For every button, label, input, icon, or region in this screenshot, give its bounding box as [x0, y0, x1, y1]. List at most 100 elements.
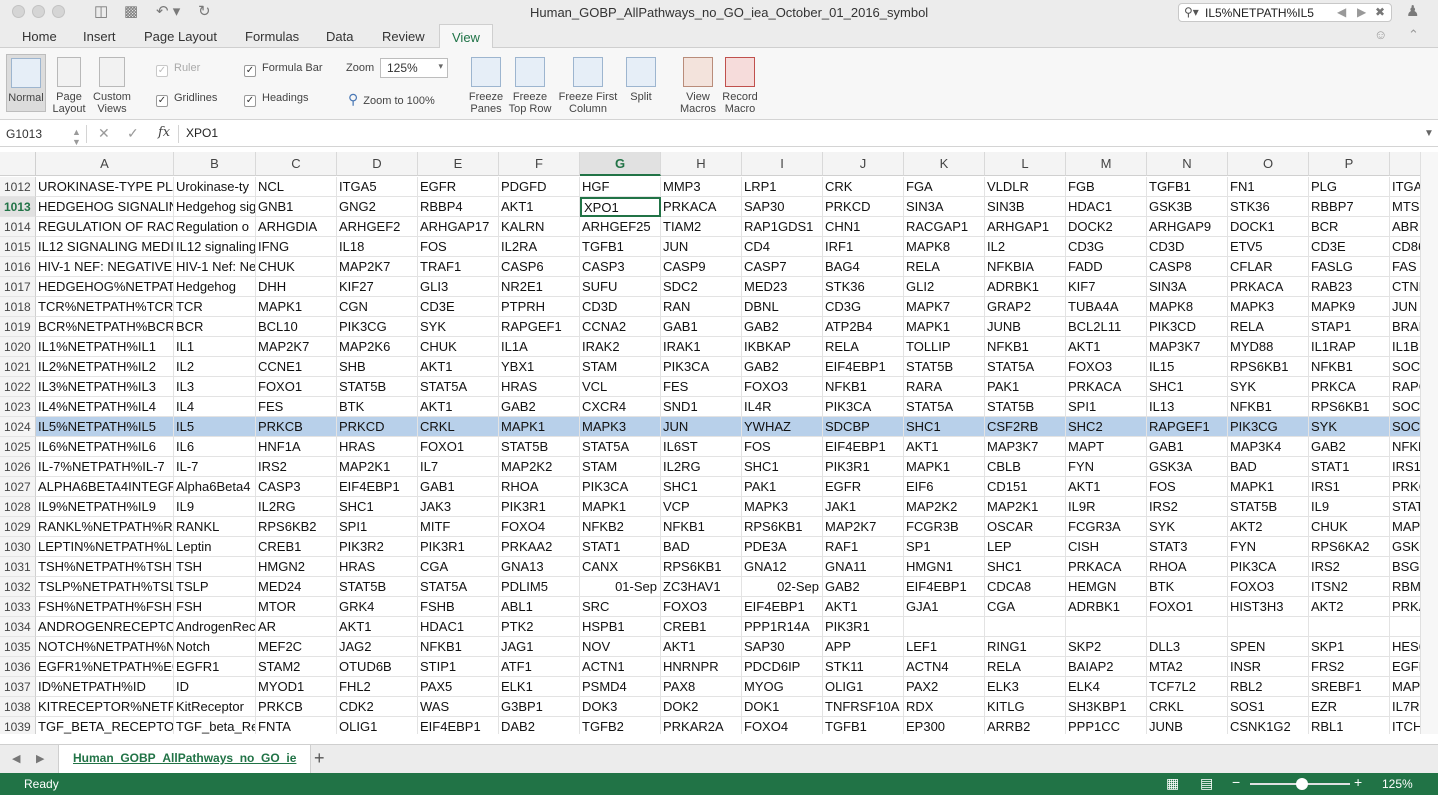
sheet-tab[interactable]: Human_GOBP_AllPathways_no_GO_ie	[58, 745, 312, 773]
page-layout-status-icon[interactable]: ▤	[1200, 775, 1213, 792]
cell[interactable]: JAG2	[337, 637, 418, 657]
cell[interactable]: PIK3CG	[337, 317, 418, 337]
cell[interactable]: IRAK1	[661, 337, 742, 357]
cell[interactable]: Hedgehog	[174, 277, 256, 297]
cell[interactable]: TIAM2	[661, 217, 742, 237]
cell[interactable]: AKT1	[499, 197, 580, 217]
cell[interactable]: AKT1	[418, 397, 499, 417]
cell[interactable]: MAPK1	[499, 417, 580, 437]
cell[interactable]: CD3E	[1309, 237, 1390, 257]
cell[interactable]: CD4	[742, 237, 823, 257]
cell[interactable]: EGFR1	[174, 657, 256, 677]
cell[interactable]: IKBKAP	[742, 337, 823, 357]
cell[interactable]: TOLLIP	[904, 337, 985, 357]
tab-home[interactable]: Home	[22, 29, 57, 44]
cell[interactable]: PIK3R1	[418, 537, 499, 557]
cell[interactable]: Hedgehog sig	[174, 197, 256, 217]
row-header[interactable]: 1035	[0, 637, 36, 657]
cell[interactable]: PDCD6IP	[742, 657, 823, 677]
cell[interactable]: DOK1	[742, 697, 823, 717]
cell[interactable]: STAT5B	[499, 437, 580, 457]
cell[interactable]: STAT5A	[418, 377, 499, 397]
cell[interactable]: GSK3A	[1147, 457, 1228, 477]
cell[interactable]: KIF27	[337, 277, 418, 297]
cell[interactable]: HNF1A	[256, 437, 337, 457]
cell[interactable]: PRKACA	[661, 197, 742, 217]
cell[interactable]: IL2RA	[499, 237, 580, 257]
cell[interactable]: SPI1	[337, 517, 418, 537]
cell[interactable]: PIK3CA	[1228, 557, 1309, 577]
cell[interactable]: MAPK9	[1309, 297, 1390, 317]
cell[interactable]: EIF4EBP1	[337, 477, 418, 497]
cell[interactable]: HDAC1	[1066, 197, 1147, 217]
row-header[interactable]: 1034	[0, 617, 36, 637]
row-header[interactable]: 1028	[0, 497, 36, 517]
cell[interactable]: CCNE1	[256, 357, 337, 377]
cell[interactable]: CREB1	[256, 537, 337, 557]
select-all-corner[interactable]	[0, 152, 36, 176]
cell[interactable]: RANKL%NETPATH%RA	[36, 517, 174, 537]
cell[interactable]: FOXO4	[742, 717, 823, 734]
cell[interactable]: PRKACA	[1066, 377, 1147, 397]
cell[interactable]: TSH%NETPATH%TSH	[36, 557, 174, 577]
cell[interactable]: RING1	[985, 637, 1066, 657]
cell[interactable]: FYN	[1228, 537, 1309, 557]
cell[interactable]: CXCR4	[580, 397, 661, 417]
cell[interactable]: HRAS	[337, 557, 418, 577]
cell[interactable]: CASP9	[661, 257, 742, 277]
cell[interactable]: MED24	[256, 577, 337, 597]
cell[interactable]: IL5%NETPATH%IL5	[36, 417, 174, 437]
cell[interactable]: HEDGEHOG%NETPATH	[36, 277, 174, 297]
cell[interactable]: SUFU	[580, 277, 661, 297]
cell[interactable]: ARHGDIA	[256, 217, 337, 237]
cell[interactable]: CD86	[1390, 237, 1420, 257]
cell[interactable]: MAPK8	[904, 237, 985, 257]
cell[interactable]: AKT2	[1309, 597, 1390, 617]
cell[interactable]: ANDROGENRECEPTOR	[36, 617, 174, 637]
cell[interactable]	[1309, 617, 1390, 637]
cell[interactable]: HSPB1	[580, 617, 661, 637]
cell[interactable]: SRC	[580, 597, 661, 617]
cell[interactable]: GRAP2	[985, 297, 1066, 317]
cell[interactable]: MAPK3	[742, 497, 823, 517]
cell[interactable]: IL9	[174, 497, 256, 517]
cell[interactable]: SHC1	[742, 457, 823, 477]
cell[interactable]: MTA2	[1147, 657, 1228, 677]
cell[interactable]: JUN	[1390, 297, 1420, 317]
view-macros-button[interactable]: View Macros	[678, 57, 718, 115]
zoom-select[interactable]: 125% ▾	[380, 58, 448, 78]
cell[interactable]: EP300	[904, 717, 985, 734]
cell[interactable]	[985, 617, 1066, 637]
cell[interactable]: BAIAP2	[1066, 657, 1147, 677]
cell[interactable]: KITRECEPTOR%NETPAT	[36, 697, 174, 717]
cell[interactable]: BCR	[174, 317, 256, 337]
tab-view[interactable]: View	[439, 24, 493, 49]
cell[interactable]: FSH	[174, 597, 256, 617]
cell[interactable]: IL12 SIGNALING MEDIA	[36, 237, 174, 257]
cell[interactable]: GAB2	[742, 357, 823, 377]
column-header[interactable]: D	[337, 152, 418, 176]
cell[interactable]: TCF7L2	[1147, 677, 1228, 697]
cell[interactable]: FOXO3	[742, 377, 823, 397]
cell[interactable]: PIK3CG	[1228, 417, 1309, 437]
cell[interactable]: IL2	[174, 357, 256, 377]
custom-views-button[interactable]: Custom Views	[90, 57, 134, 115]
cell[interactable]: CSNK1G2	[1228, 717, 1309, 734]
cell[interactable]: MMP3	[661, 177, 742, 197]
column-header[interactable]: M	[1066, 152, 1147, 176]
cell[interactable]: RPS6KB1	[742, 517, 823, 537]
cell[interactable]: IFNG	[256, 237, 337, 257]
page-layout-button[interactable]: Page Layout	[52, 57, 86, 115]
cell[interactable]: KITLG	[985, 697, 1066, 717]
cell[interactable]: NFKB2	[580, 517, 661, 537]
cell[interactable]: CD3E	[418, 297, 499, 317]
cell[interactable]: IL6%NETPATH%IL6	[36, 437, 174, 457]
cell[interactable]: PSMD4	[580, 677, 661, 697]
column-header[interactable]: P	[1309, 152, 1390, 176]
cell[interactable]: CDK2	[337, 697, 418, 717]
cell[interactable]: HRAS	[337, 437, 418, 457]
cell[interactable]: MAP2K6	[337, 337, 418, 357]
cell[interactable]: TGFB2	[580, 717, 661, 734]
cell[interactable]: IL18	[337, 237, 418, 257]
cell[interactable]: PIK3CA	[580, 477, 661, 497]
